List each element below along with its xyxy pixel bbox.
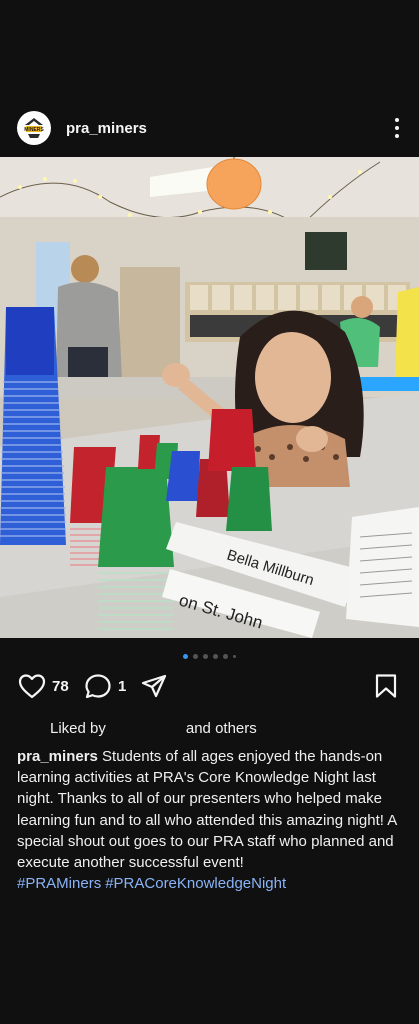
miners-logo-icon: MINERS <box>18 112 50 144</box>
heart-icon <box>18 674 46 699</box>
liked-by-prefix: Liked by <box>50 720 106 737</box>
like-button[interactable]: 78 <box>18 673 69 699</box>
post-photo[interactable]: Bella Millburn on St. John <box>0 157 419 638</box>
liked-by-suffix: and others <box>185 720 257 737</box>
comment-button[interactable]: 1 <box>84 673 126 699</box>
carousel-indicator <box>0 652 419 660</box>
hashtags: #PRAMiners #PRACoreKnowledgeNight <box>17 873 407 894</box>
send-icon <box>141 674 167 698</box>
carousel-dot <box>193 653 198 659</box>
svg-text:MINERS: MINERS <box>24 127 44 133</box>
more-vertical-icon <box>395 118 399 122</box>
save-button[interactable] <box>372 673 400 699</box>
avatar[interactable]: MINERS <box>17 111 51 145</box>
bookmark-icon <box>375 674 397 698</box>
post-header: MINERS pra_miners <box>0 100 419 156</box>
carousel-dot <box>223 653 228 659</box>
hashtag-link[interactable]: #PRACoreKnowledgeNight <box>105 875 286 892</box>
carousel-dot <box>233 654 236 658</box>
more-options-button[interactable] <box>390 116 404 140</box>
caption-text: Students of all ages enjoyed the hands-o… <box>17 748 397 872</box>
post-actions: 78 1 <box>0 673 419 703</box>
comment-icon <box>85 674 111 699</box>
post-caption: pra_miners Students of all ages enjoyed … <box>17 746 407 894</box>
liked-by-line[interactable]: Liked by and others <box>50 720 257 737</box>
carousel-dot-active <box>183 653 188 659</box>
carousel-dot <box>203 653 208 659</box>
like-count[interactable]: 78 <box>52 678 69 695</box>
hashtag-link[interactable]: #PRAMiners <box>17 875 101 892</box>
carousel-dot <box>213 653 218 659</box>
share-button[interactable] <box>140 673 168 699</box>
comment-count[interactable]: 1 <box>118 678 126 695</box>
caption-username[interactable]: pra_miners <box>17 748 98 765</box>
username-label[interactable]: pra_miners <box>66 120 147 137</box>
